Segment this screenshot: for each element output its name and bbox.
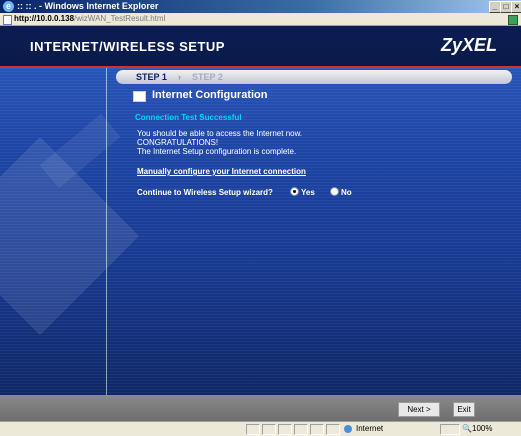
no-radio-label[interactable]: No <box>341 188 352 197</box>
no-radio[interactable] <box>330 187 339 196</box>
wizard-button-bar: Next > Exit <box>0 395 521 421</box>
wizard-header: INTERNET/WIRELESS SETUP ZyXEL <box>0 26 521 66</box>
connection-status: Connection Test Successful <box>135 113 242 122</box>
status-cell <box>326 424 340 435</box>
page-icon <box>3 15 12 25</box>
result-message: You should be able to access the Interne… <box>137 129 302 156</box>
status-cell <box>262 424 276 435</box>
wireless-wizard-question: Continue to Wireless Setup wizard? <box>137 188 273 197</box>
step-1-label: STEP 1 <box>136 72 167 82</box>
address-bar[interactable]: http://10.0.0.138/wizWAN_TestResult.html <box>0 13 521 26</box>
header-divider <box>0 66 521 68</box>
step-2-label: STEP 2 <box>192 72 223 82</box>
next-button[interactable]: Next > <box>398 402 440 417</box>
page-title: INTERNET/WIRELESS SETUP <box>30 39 225 54</box>
yes-radio-label[interactable]: Yes <box>301 188 315 197</box>
section-title: Internet Configuration <box>152 89 268 101</box>
protected-mode-cell[interactable] <box>440 424 460 435</box>
wizard-content: INTERNET/WIRELESS SETUP ZyXEL STEP 1 › S… <box>0 26 521 395</box>
message-line: CONGRATULATIONS! <box>137 138 219 147</box>
step-indicator: STEP 1 › STEP 2 <box>116 70 512 84</box>
step-arrow-icon: › <box>178 72 181 82</box>
url-host: http://10.0.0.138 <box>14 14 75 23</box>
browser-status-bar: Internet 🔍 100% <box>0 421 521 436</box>
folder-icon <box>133 91 146 102</box>
window-title-bar: e :: :: . - Windows Internet Explorer _ … <box>0 0 521 13</box>
globe-icon <box>344 425 352 433</box>
zoom-level[interactable]: 100% <box>472 422 492 436</box>
address-url[interactable]: http://10.0.0.138/wizWAN_TestResult.html <box>14 13 165 25</box>
window-title: :: :: . - Windows Internet Explorer <box>17 1 159 11</box>
url-path: /wizWAN_TestResult.html <box>74 14 166 23</box>
exit-button[interactable]: Exit <box>453 402 475 417</box>
zyxel-logo: ZyXEL <box>440 35 497 55</box>
message-line: You should be able to access the Interne… <box>137 129 303 138</box>
go-icon[interactable] <box>508 15 518 25</box>
status-cell <box>294 424 308 435</box>
vertical-divider <box>106 68 107 395</box>
status-cell <box>310 424 324 435</box>
status-cell <box>278 424 292 435</box>
close-button[interactable]: × <box>511 1 521 13</box>
zoom-icon[interactable]: 🔍 <box>462 422 472 436</box>
internet-explorer-icon: e <box>3 1 14 12</box>
security-zone-label: Internet <box>356 424 384 433</box>
manual-configure-link[interactable]: Manually configure your Internet connect… <box>137 167 306 176</box>
status-cell <box>246 424 260 435</box>
message-line: The Internet Setup configuration is comp… <box>137 147 297 156</box>
yes-radio[interactable] <box>290 187 299 196</box>
